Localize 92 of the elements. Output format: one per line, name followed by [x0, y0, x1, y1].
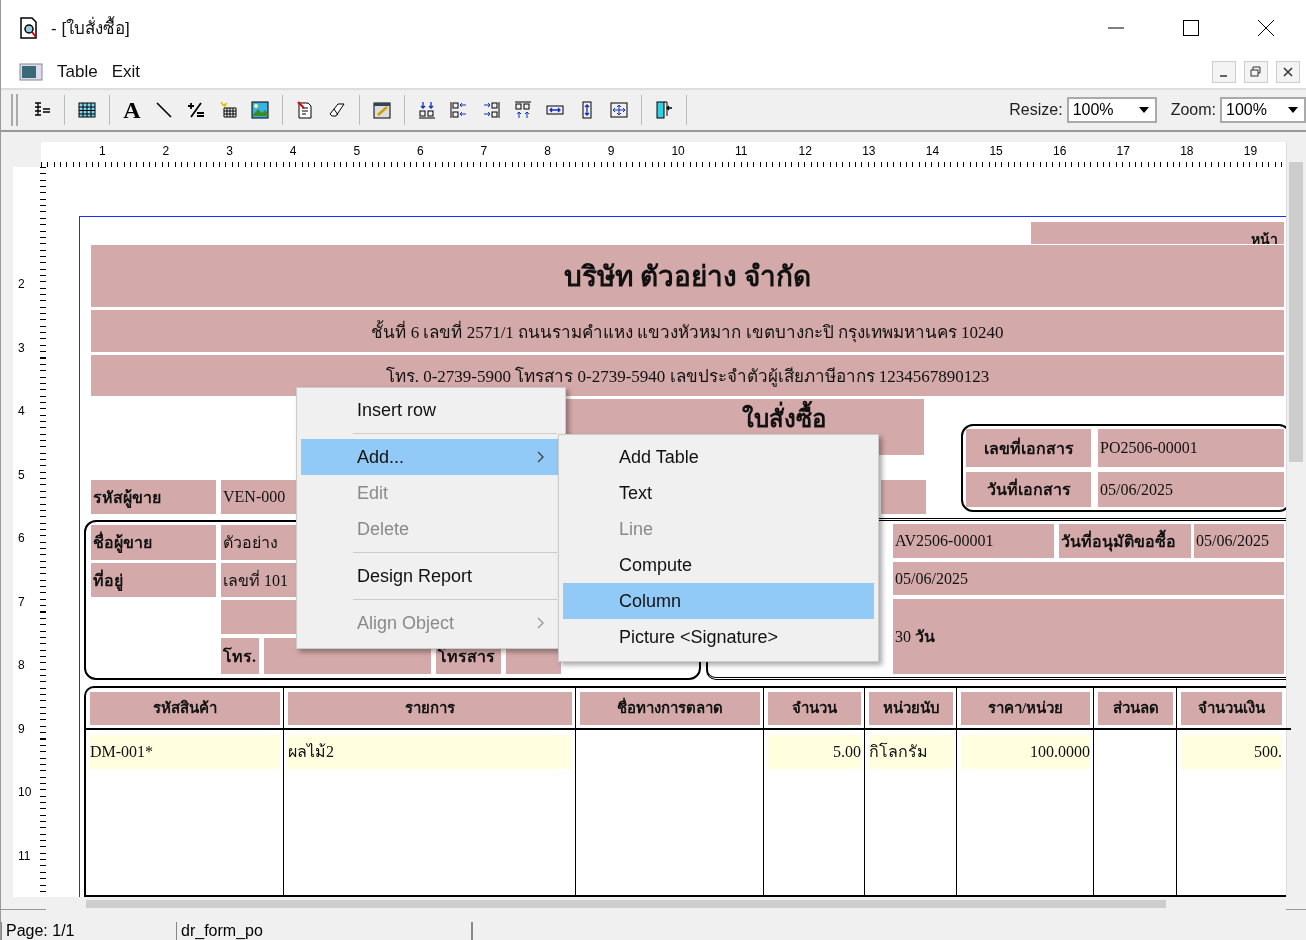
ruler-number: 5 — [353, 145, 361, 157]
resize-label: Resize: — [1009, 101, 1063, 119]
ruler-number: 4 — [289, 145, 297, 157]
ruler-number: 6 — [417, 145, 424, 157]
status-page: Page: 1/1 — [1, 922, 176, 940]
report-field: VEN-000 — [221, 480, 296, 514]
table-cell: 100.0000 — [961, 735, 1090, 769]
ruler-number: 10 — [671, 145, 685, 157]
caret-icon — [1138, 107, 1149, 113]
table-cell: 5.00 — [768, 735, 861, 769]
report-field: หน้า — [1031, 222, 1284, 244]
report-field: ตัวอย่าง — [221, 525, 296, 560]
column-header: รหัสสินค้า — [90, 691, 280, 725]
column-header: ส่วนลด — [1098, 691, 1173, 725]
chevron-right-icon — [537, 617, 545, 629]
menu-item[interactable]: Picture <Signature> — [563, 619, 874, 655]
ruler-number: 14 — [925, 145, 940, 157]
close-icon[interactable] — [1276, 60, 1300, 83]
column-header: ราคา/หน่วย — [961, 691, 1090, 725]
ruler-number: 3 — [226, 145, 233, 157]
ruler-number: 17 — [1116, 145, 1130, 157]
menu-item[interactable]: Exit — [111, 61, 140, 82]
ruler-number: 9 — [607, 145, 615, 157]
report-field: AV2506-00001 — [893, 524, 1054, 558]
ruler-number: 5 — [18, 468, 25, 481]
ruler-number: 11 — [735, 145, 748, 157]
restore-icon[interactable] — [1244, 60, 1268, 83]
table-cell: DM-001* — [90, 735, 280, 769]
report-field: 05/06/2025 — [1194, 524, 1284, 558]
ruler-number: 1 — [99, 145, 106, 157]
report-field: เลขที่ 101 — [221, 563, 296, 597]
window-icon — [19, 61, 43, 82]
report-field: ที่อยู่ — [91, 563, 216, 597]
column-header: จำนวนเงิน — [1181, 691, 1282, 725]
report-field: เลขที่เอกสาร — [966, 429, 1091, 467]
resize-dropdown[interactable]: 100% — [1066, 97, 1157, 123]
report-field: บริษัท ตัวอย่าง จำกัด — [91, 245, 1284, 307]
column-header: หน่วยนับ — [869, 691, 953, 725]
menu-item[interactable]: Table — [57, 61, 98, 82]
text-tool-button[interactable]: A — [118, 95, 146, 125]
document-magnifier-icon — [19, 16, 39, 39]
ruler-number: 16 — [1053, 145, 1067, 157]
menu-item[interactable]: Column — [563, 583, 874, 619]
caret-icon — [1288, 107, 1298, 113]
close-icon[interactable] — [1256, 17, 1276, 38]
report-field: วันที่อนุมัติขอซื้อ — [1059, 524, 1191, 558]
table-cell: 500. — [1181, 735, 1282, 769]
ruler-number: 7 — [18, 595, 25, 608]
column-header: ชื่อทางการตลาด — [580, 691, 760, 725]
ruler-number: 18 — [1180, 145, 1194, 157]
ruler-number: 2 — [162, 145, 170, 157]
ruler-number: 8 — [544, 145, 551, 157]
report-field: โทร. — [221, 638, 259, 674]
toolbar-grip[interactable] — [11, 94, 18, 126]
ruler-number: 15 — [989, 145, 1003, 157]
ruler-number: 8 — [18, 659, 25, 671]
status-report-name: dr_form_po — [176, 922, 473, 940]
report-field: 05/06/2025 — [1098, 472, 1284, 507]
field-box — [881, 480, 926, 514]
report-field: PO2506-00001 — [1098, 429, 1284, 467]
menu-item[interactable]: Design Report — [301, 558, 561, 594]
menu-item[interactable]: Text — [563, 475, 874, 511]
report-field: วันที่เอกสาร — [966, 472, 1091, 507]
zoom-dropdown[interactable]: 100% — [1220, 97, 1306, 123]
report-field: รหัสผู้ขาย — [91, 480, 216, 514]
ruler-number: 4 — [18, 405, 25, 417]
ruler-number: 10 — [18, 786, 32, 798]
ruler-number: 9 — [18, 722, 25, 735]
column-header: รายการ — [288, 691, 572, 725]
ruler-number: 6 — [18, 532, 25, 544]
report-field: ชั้นที่ 6 เลขที่ 2571/1 ถนนรามคำแหง แขวงหัวหมาก เขตบางกะปิ กรุงเทพมหานคร 10240 — [91, 310, 1284, 352]
menu-item[interactable]: Add... — [301, 439, 561, 475]
ruler-number: 7 — [480, 145, 488, 157]
ruler-number: 13 — [862, 145, 876, 157]
ruler-number: 2 — [18, 278, 25, 290]
minimize-icon[interactable] — [1212, 60, 1236, 83]
zoom-label: Zoom: — [1170, 101, 1216, 119]
maximize-icon[interactable] — [1181, 17, 1201, 38]
report-field: ชื่อผู้ขาย — [91, 525, 216, 560]
table-cell: กิโลกรัม — [869, 735, 953, 769]
window-title: - [ใบสั่งซื้อ] — [51, 14, 130, 41]
report-field: 30 วัน — [893, 599, 1284, 674]
chevron-right-icon — [537, 451, 545, 463]
ruler-number: 19 — [1243, 145, 1258, 157]
ruler-number: 3 — [18, 341, 25, 354]
table-cell: ผลไม้2 — [288, 735, 572, 769]
ruler-number: 12 — [798, 145, 812, 157]
menu-item[interactable]: Compute — [563, 547, 874, 583]
column-header: จำนวน — [768, 691, 861, 725]
ruler-number: 11 — [18, 849, 31, 862]
report-field: 05/06/2025 — [893, 562, 1284, 595]
report-field: โทร. 0-2739-5900 โทรสาร 0-2739-5940 เลขประจำตัวผู้เสียภาษีอากร 1234567890123 — [91, 355, 1284, 396]
